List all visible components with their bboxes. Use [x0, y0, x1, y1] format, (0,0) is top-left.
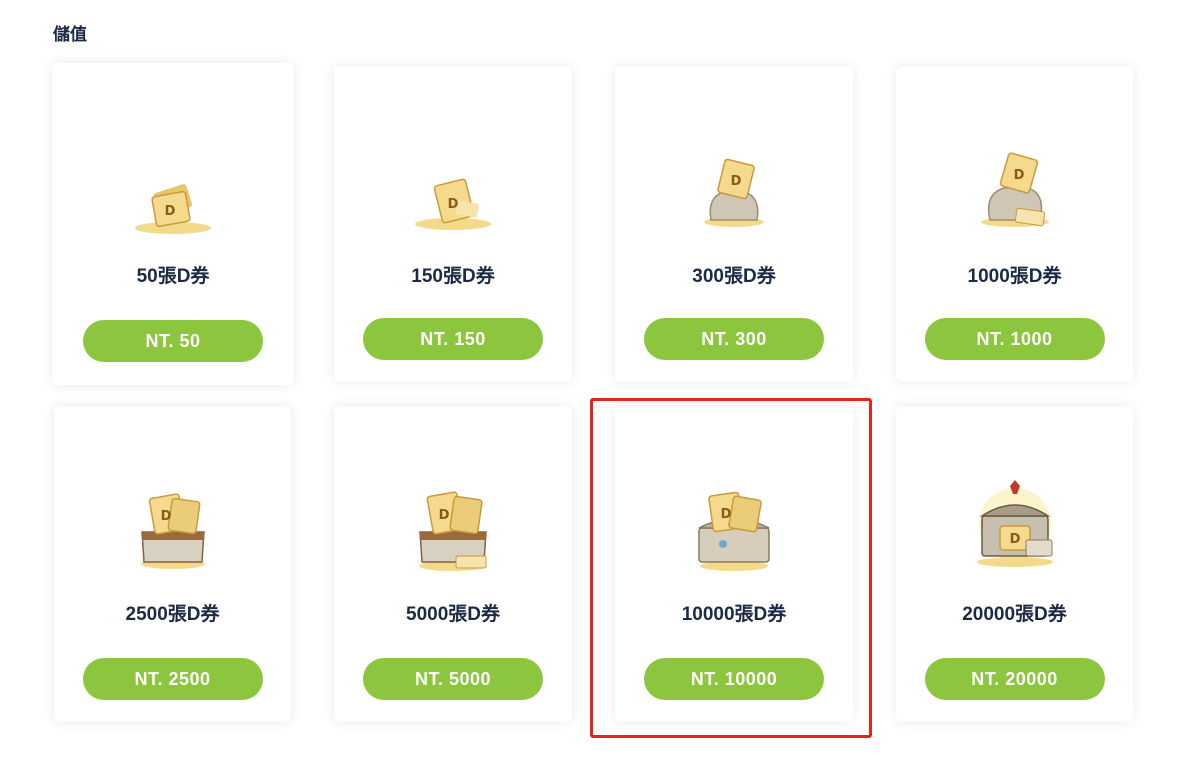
product-name: 5000張D券 — [406, 604, 500, 625]
d-ticket-satchel-large-icon: D — [408, 486, 498, 576]
section-title: 儲值 — [53, 25, 87, 44]
product-name: 20000張D券 — [962, 604, 1067, 625]
svg-text:D: D — [160, 509, 171, 524]
d-ticket-bag-large-icon: D — [970, 148, 1060, 238]
buy-button-10000[interactable]: NT. 10000 — [644, 658, 824, 700]
buy-button-150[interactable]: NT. 150 — [363, 318, 543, 360]
svg-text:D: D — [731, 174, 742, 189]
d-ticket-chest-icon: D — [689, 484, 779, 574]
svg-text:D: D — [439, 508, 450, 523]
buy-button-20000[interactable]: NT. 20000 — [924, 658, 1105, 700]
product-card-2500[interactable]: D 2500張D券 NT. 2500 — [54, 406, 291, 722]
product-card-5000[interactable]: D 5000張D券 NT. 5000 — [334, 406, 572, 722]
product-card-300[interactable]: D 300張D券 NT. 300 — [615, 66, 853, 382]
product-name: 1000張D券 — [967, 266, 1062, 287]
buy-button-2500[interactable]: NT. 2500 — [82, 658, 263, 700]
d-ticket-treasure-chest-icon: D — [970, 480, 1060, 570]
product-card-1000[interactable]: D 1000張D券 NT. 1000 — [896, 66, 1133, 382]
product-card-20000[interactable]: D 20000張D券 NT. 20000 — [896, 406, 1133, 722]
svg-text:D: D — [1013, 168, 1024, 183]
svg-text:D: D — [165, 204, 176, 219]
product-name: 2500張D券 — [125, 604, 220, 625]
d-ticket-pile-icon: D — [408, 156, 498, 246]
product-card-50[interactable]: D 50張D券 NT. 50 — [52, 63, 294, 385]
svg-text:D: D — [1009, 532, 1020, 547]
svg-text:D: D — [721, 507, 732, 522]
d-ticket-bag-icon: D — [689, 150, 779, 240]
buy-button-1000[interactable]: NT. 1000 — [924, 318, 1105, 360]
product-name: 150張D券 — [411, 266, 495, 287]
svg-text:D: D — [448, 197, 459, 212]
product-card-10000[interactable]: D 10000張D券 NT. 10000 — [615, 406, 853, 722]
product-name: 300張D券 — [692, 266, 776, 287]
buy-button-50[interactable]: NT. 50 — [83, 320, 263, 362]
product-card-150[interactable]: D 150張D券 NT. 150 — [334, 66, 572, 382]
product-name: 50張D券 — [136, 266, 210, 287]
d-ticket-satchel-icon: D — [128, 486, 218, 576]
product-name: 10000張D券 — [681, 604, 787, 625]
buy-button-300[interactable]: NT. 300 — [644, 318, 824, 360]
recharge-page: 儲值 D 50張D券 NT. 50 D 150張D券 NT. 150 D 300… — [0, 0, 1177, 760]
d-ticket-small-pile-icon: D — [128, 158, 218, 248]
buy-button-5000[interactable]: NT. 5000 — [363, 658, 543, 700]
